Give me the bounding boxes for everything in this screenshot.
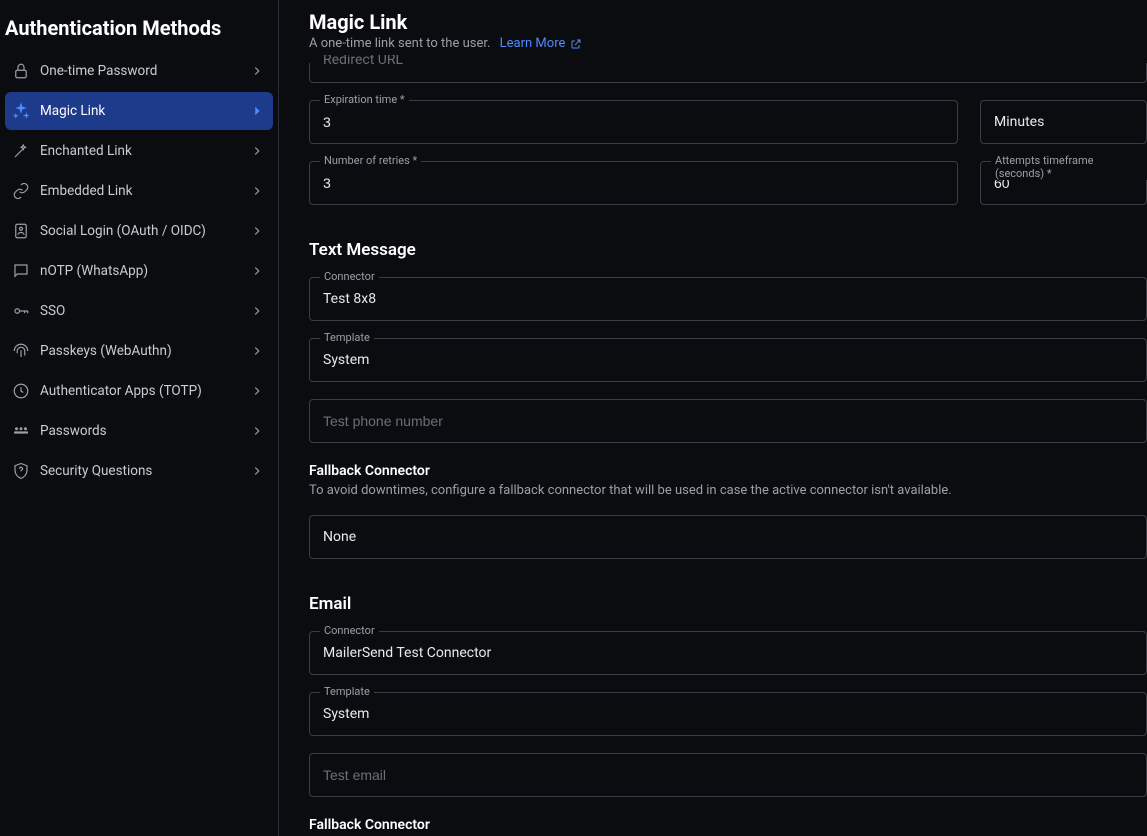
email-section-title: Email	[309, 594, 1147, 614]
chevron-right-icon	[249, 143, 265, 159]
chevron-right-icon	[249, 423, 265, 439]
email-template-select[interactable]: System	[309, 692, 1147, 736]
test-phone-field-wrap	[309, 399, 1147, 443]
external-link-icon	[570, 38, 582, 50]
sidebar-title: Authentication Methods	[0, 10, 278, 52]
email-connector-select[interactable]: MailerSend Test Connector	[309, 631, 1147, 675]
sidebar-item-authenticator-apps[interactable]: Authenticator Apps (TOTP)	[5, 372, 273, 410]
sidebar-item-label: SSO	[40, 303, 249, 319]
email-template-field-wrap: Template System	[309, 692, 1147, 736]
sidebar-item-label: One-time Password	[40, 63, 249, 79]
sidebar-item-enchanted-link[interactable]: Enchanted Link	[5, 132, 273, 170]
expiration-time-field-wrap: Expiration time *	[309, 100, 958, 144]
page-header: Magic Link A one-time link sent to the u…	[279, 0, 1147, 55]
retries-field-wrap: Number of retries *	[309, 161, 958, 205]
sms-template-field-wrap: Template System	[309, 338, 1147, 382]
sms-connector-label: Connector	[320, 270, 379, 283]
email-connector-field-wrap: Connector MailerSend Test Connector	[309, 631, 1147, 675]
expiration-unit-field-wrap: Minutes	[980, 100, 1147, 144]
expiration-unit-select[interactable]: Minutes	[980, 100, 1147, 144]
sidebar-item-label: Authenticator Apps (TOTP)	[40, 383, 249, 399]
sidebar-item-passkeys[interactable]: Passkeys (WebAuthn)	[5, 332, 273, 370]
sidebar-item-label: Security Questions	[40, 463, 249, 479]
sms-fallback-title: Fallback Connector	[309, 463, 1147, 479]
chat-icon	[11, 261, 31, 281]
key-icon	[11, 301, 31, 321]
password-icon	[11, 421, 31, 441]
main-content: Magic Link A one-time link sent to the u…	[279, 0, 1147, 836]
sidebar-item-one-time-password[interactable]: One-time Password	[5, 52, 273, 90]
retries-label: Number of retries *	[320, 154, 421, 167]
sidebar: Authentication Methods One-time Password…	[0, 0, 279, 836]
sms-connector-field-wrap: Connector Test 8x8	[309, 277, 1147, 321]
sidebar-item-label: nOTP (WhatsApp)	[40, 263, 249, 279]
attempts-label: Attempts timeframe (seconds) *	[991, 154, 1147, 180]
link-icon	[11, 181, 31, 201]
badge-icon	[11, 221, 31, 241]
text-message-section-title: Text Message	[309, 240, 1147, 260]
attempts-field-wrap: Attempts timeframe (seconds) *	[980, 161, 1147, 205]
expiration-time-label: Expiration time *	[320, 93, 409, 106]
wand-icon	[11, 141, 31, 161]
sms-fallback-select[interactable]: None	[309, 515, 1147, 559]
test-email-field-wrap	[309, 753, 1147, 797]
sidebar-item-security-questions[interactable]: Security Questions	[5, 452, 273, 490]
sidebar-item-label: Embedded Link	[40, 183, 249, 199]
totp-icon	[11, 381, 31, 401]
nav-list: One-time Password Magic Link Enchanted L…	[0, 52, 278, 490]
sidebar-item-sso[interactable]: SSO	[5, 292, 273, 330]
fingerprint-icon	[11, 341, 31, 361]
redirect-url-label: Redirect URL	[323, 55, 403, 68]
chevron-right-icon	[249, 223, 265, 239]
shield-question-icon	[11, 461, 31, 481]
email-template-label: Template	[320, 685, 374, 698]
expiration-time-input[interactable]	[309, 100, 958, 144]
sidebar-item-embedded-link[interactable]: Embedded Link	[5, 172, 273, 210]
chevron-right-icon	[249, 343, 265, 359]
sms-fallback-field-wrap: None	[309, 515, 1147, 559]
chevron-right-icon	[249, 383, 265, 399]
lock-icon	[11, 61, 31, 81]
sms-connector-select[interactable]: Test 8x8	[309, 277, 1147, 321]
sidebar-item-passwords[interactable]: Passwords	[5, 412, 273, 450]
chevron-right-icon	[249, 263, 265, 279]
retries-input[interactable]	[309, 161, 958, 205]
sms-fallback-desc: To avoid downtimes, configure a fallback…	[309, 483, 1147, 498]
sidebar-item-label: Passkeys (WebAuthn)	[40, 343, 249, 359]
sidebar-item-social-login[interactable]: Social Login (OAuth / OIDC)	[5, 212, 273, 250]
chevron-right-icon	[249, 183, 265, 199]
test-phone-input[interactable]	[309, 399, 1147, 443]
chevron-right-icon	[249, 103, 265, 119]
sms-template-select[interactable]: System	[309, 338, 1147, 382]
learn-more-label: Learn More	[500, 36, 566, 51]
chevron-right-icon	[249, 63, 265, 79]
sms-template-label: Template	[320, 331, 374, 344]
page-subtitle: A one-time link sent to the user.	[309, 36, 490, 51]
chevron-right-icon	[249, 463, 265, 479]
email-fallback-title: Fallback Connector	[309, 817, 1147, 833]
page-subtitle-row: A one-time link sent to the user. Learn …	[309, 36, 1117, 51]
sidebar-item-magic-link[interactable]: Magic Link	[5, 92, 273, 130]
form-scroll-area[interactable]: Redirect URL Expiration time * Minutes N…	[279, 55, 1147, 836]
sparkle-icon	[11, 101, 31, 121]
redirect-url-field[interactable]: Redirect URL	[309, 63, 1147, 83]
page-title: Magic Link	[309, 10, 1117, 34]
email-connector-label: Connector	[320, 624, 379, 637]
sidebar-item-label: Magic Link	[40, 103, 249, 119]
learn-more-link[interactable]: Learn More	[500, 36, 583, 51]
sidebar-item-notp-whatsapp[interactable]: nOTP (WhatsApp)	[5, 252, 273, 290]
sidebar-item-label: Passwords	[40, 423, 249, 439]
test-email-input[interactable]	[309, 753, 1147, 797]
chevron-right-icon	[249, 303, 265, 319]
sidebar-item-label: Enchanted Link	[40, 143, 249, 159]
sidebar-item-label: Social Login (OAuth / OIDC)	[40, 223, 249, 239]
